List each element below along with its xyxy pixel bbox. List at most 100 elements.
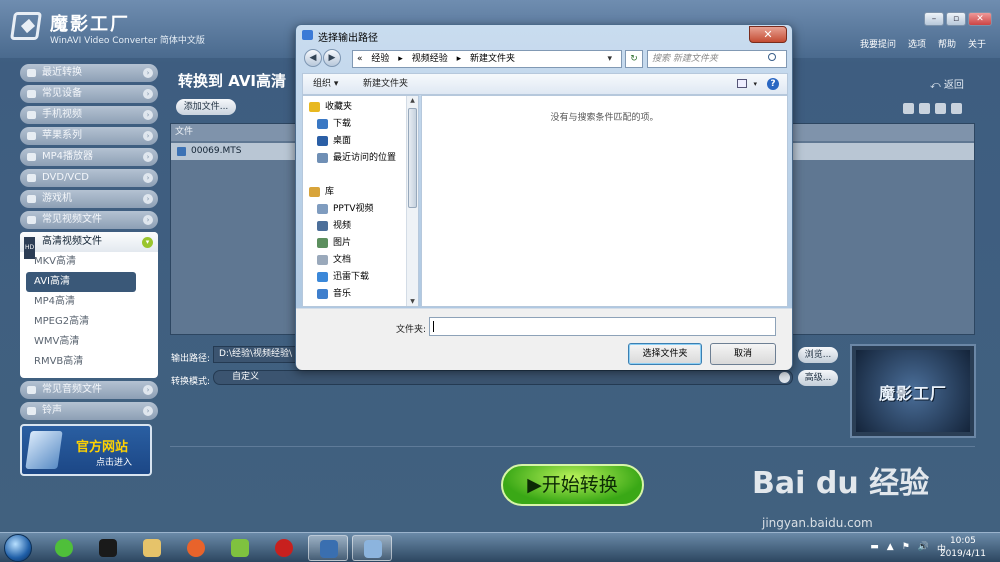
chevron-right-icon: › (143, 173, 153, 183)
nav-item[interactable]: 视频 (317, 219, 351, 233)
tray-icon[interactable]: ⚑ (902, 542, 910, 555)
menu-help[interactable]: 帮助 (938, 37, 956, 50)
taskbar-app-winavi[interactable] (308, 535, 348, 561)
taskbar-app-explorer[interactable] (132, 535, 172, 561)
nav-item[interactable]: 收藏夹 (309, 100, 352, 114)
tray-icon[interactable]: ▲ (887, 542, 894, 555)
start-convert-button[interactable]: ▶开始转换 (501, 464, 644, 506)
nav-item[interactable]: 迅雷下载 (317, 270, 369, 284)
clock[interactable]: 10:05 2019/4/11 (940, 535, 986, 561)
nav-item[interactable]: 库 (309, 185, 334, 199)
taskbar: ▬ ▲ ⚑ 🔊 中 10:05 2019/4/11 (0, 532, 1000, 562)
category-item[interactable]: 最近转换 › (20, 64, 158, 82)
address-overflow[interactable]: « (357, 54, 363, 64)
category-item[interactable]: 游戏机 › (20, 190, 158, 208)
add-button[interactable] (935, 103, 946, 114)
view-dropdown-icon[interactable]: ▾ (753, 74, 757, 94)
menu-about[interactable]: 关于 (968, 37, 986, 50)
select-folder-button[interactable]: 选择文件夹 (628, 343, 702, 365)
tray-icon[interactable]: 🔊 (918, 542, 929, 555)
taskbar-app-firefox[interactable] (176, 535, 216, 561)
taskbar-app-winavi-dialog[interactable] (352, 535, 392, 561)
output-path-label: 输出路径: (171, 354, 211, 364)
search-icon[interactable] (768, 53, 776, 61)
refresh-icon[interactable]: ↻ (625, 50, 643, 68)
restore-button[interactable]: ▫ (946, 12, 966, 26)
nav-item[interactable]: 图片 (317, 236, 351, 250)
category-item[interactable]: 铃声 › (20, 402, 158, 420)
nav-item[interactable]: 下载 (317, 117, 351, 131)
official-site-banner[interactable]: 官方网站 点击进入 (20, 424, 152, 476)
nav-item-label: 收藏夹 (325, 102, 353, 112)
taskbar-app-browser-360[interactable] (44, 535, 84, 561)
dialog-toolbar: 组织 ▾ 新建文件夹 ▾ ? (302, 73, 788, 95)
category-label: 高清视频文件 (42, 236, 102, 247)
category-item[interactable]: 常见视频文件 › (20, 211, 158, 229)
folder-input[interactable] (429, 317, 776, 336)
format-item[interactable]: RMVB高清 (20, 352, 158, 372)
organize-button[interactable]: 组织 ▾ (313, 74, 338, 94)
scroll-thumb[interactable] (408, 108, 417, 208)
folder-icon (317, 238, 328, 248)
move-up-button[interactable] (903, 103, 914, 114)
taskbar-app-media[interactable] (220, 535, 260, 561)
category-item[interactable]: DVD/VCD › (20, 169, 158, 187)
clock-time: 10:05 (949, 536, 976, 546)
scroll-up-icon[interactable]: ▲ (407, 97, 418, 104)
new-folder-button[interactable]: 新建文件夹 (363, 74, 408, 94)
format-item[interactable]: MP4高清 (20, 292, 158, 312)
nav-item[interactable]: 音乐 (317, 287, 351, 301)
tray-icon[interactable]: ▬ (870, 542, 879, 555)
nav-item[interactable]: 桌面 (317, 134, 351, 148)
dialog-close-button[interactable]: ✕ (749, 26, 787, 43)
taskbar-app-recorder[interactable] (264, 535, 304, 561)
minimize-button[interactable]: – (924, 12, 944, 26)
taskbar-app-qq[interactable] (88, 535, 128, 561)
remove-button[interactable] (951, 103, 962, 114)
category-hd-video-header[interactable]: 高清视频文件 ▾ (20, 232, 158, 259)
output-path-field[interactable]: D:\经验\视频经验\ (213, 346, 303, 363)
cancel-button[interactable]: 取消 (710, 343, 776, 365)
forward-icon[interactable]: ▶ (323, 49, 341, 67)
back-button[interactable]: ⤺ 返回 (930, 76, 964, 91)
empty-message: 没有与搜索条件匹配的项。 (550, 113, 659, 123)
category-item[interactable]: 常见设备 › (20, 85, 158, 103)
close-button[interactable]: ✕ (968, 12, 992, 26)
winavi-icon (320, 540, 338, 558)
menu-ask[interactable]: 我要提问 (860, 37, 896, 50)
address-seg-3[interactable]: 新建文件夹 (470, 54, 515, 64)
nav-scrollbar[interactable]: ▲ ▼ (406, 96, 418, 306)
address-seg-1[interactable]: 经验 (371, 54, 389, 64)
back-icon[interactable]: ◀ (304, 49, 322, 67)
address-dropdown-icon[interactable]: ▾ (607, 51, 612, 67)
start-button[interactable] (4, 534, 32, 562)
view-icon[interactable] (737, 79, 747, 88)
system-tray: ▬ ▲ ⚑ 🔊 中 (870, 542, 946, 555)
category-item[interactable]: 手机视频 › (20, 106, 158, 124)
category-item[interactable]: 苹果系列 › (20, 127, 158, 145)
menu-options[interactable]: 选项 (908, 37, 926, 50)
format-item[interactable]: MPEG2高清 (20, 312, 158, 332)
address-bar[interactable]: « 经验 ▸ 视频经验 ▸ 新建文件夹 ▾ (352, 50, 622, 68)
scroll-down-icon[interactable]: ▼ (407, 298, 418, 305)
browse-button[interactable]: 浏览... (798, 347, 838, 363)
watermark-url: jingyan.baidu.com (762, 516, 873, 530)
nav-item[interactable]: PPTV视频 (317, 202, 374, 216)
format-item[interactable]: AVI高清 (26, 272, 136, 292)
move-down-button[interactable] (919, 103, 930, 114)
category-label: 常见设备 (42, 88, 82, 99)
format-item[interactable]: WMV高清 (20, 332, 158, 352)
add-file-button[interactable]: 添加文件... (176, 99, 236, 115)
category-item[interactable]: MP4播放器 › (20, 148, 158, 166)
format-item[interactable]: MKV高清 (20, 252, 158, 272)
advanced-button[interactable]: 高级... (798, 370, 838, 386)
help-icon[interactable]: ? (767, 78, 779, 90)
nav-item[interactable]: 文档 (317, 253, 351, 267)
search-input[interactable]: 搜索 新建文件夹 (647, 50, 787, 68)
category-item[interactable]: 常见音频文件 › (20, 381, 158, 399)
folder-icon (317, 136, 328, 146)
content-pane[interactable]: 没有与搜索条件匹配的项。 (421, 95, 788, 307)
nav-item[interactable]: 最近访问的位置 (317, 151, 396, 165)
mode-select[interactable]: 自定义 (213, 370, 793, 385)
address-seg-2[interactable]: 视频经验 (412, 54, 448, 64)
